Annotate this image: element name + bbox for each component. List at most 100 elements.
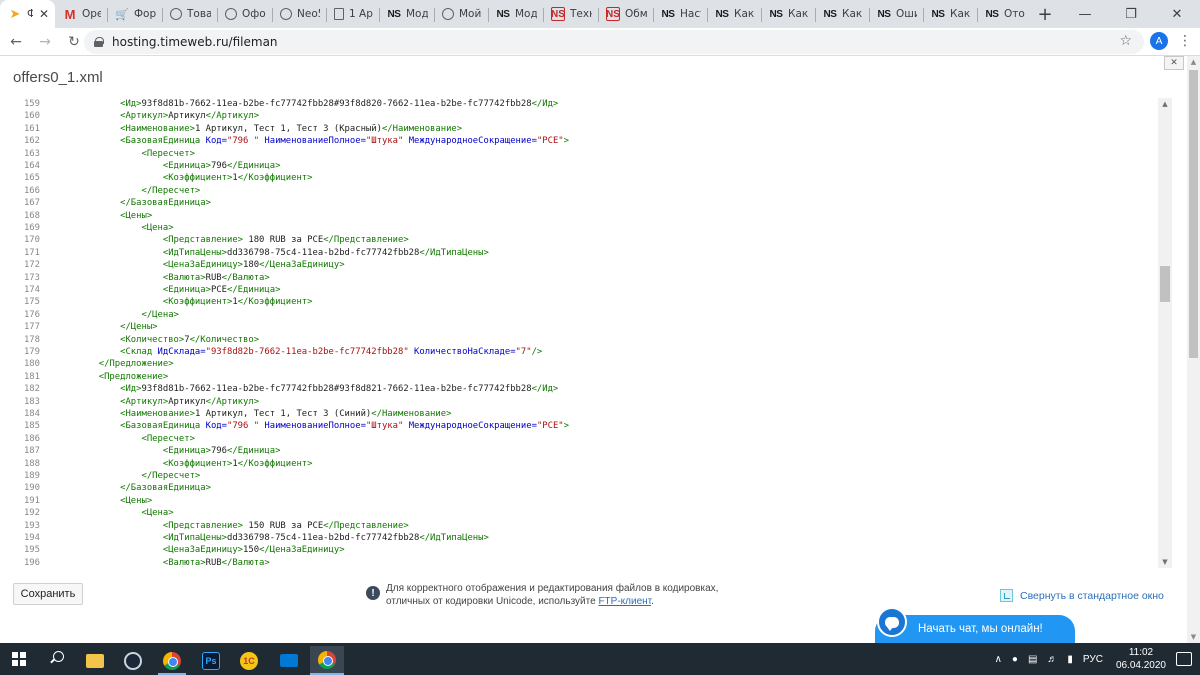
back-arrow-icon[interactable]: ←: [3, 29, 29, 55]
code-line[interactable]: 170 <Представление> 180 RUB за PCE</Пред…: [12, 234, 1158, 246]
code-line[interactable]: 176 </Цена>: [12, 309, 1158, 321]
minimize-link-text[interactable]: Свернуть в стандартное окно: [1020, 590, 1164, 602]
code-line[interactable]: 183 <Артикул>Артикул</Артикул>: [12, 396, 1158, 408]
browser-tab[interactable]: NS Моду: [488, 0, 543, 28]
browser-tab[interactable]: 1 Арт: [326, 0, 379, 28]
page-scrollbar[interactable]: ▲ ▼: [1187, 56, 1200, 643]
code-line[interactable]: 180 </Предложение>: [12, 358, 1158, 370]
code-line[interactable]: 185 <БазоваяЕдиница Код="796 " Наименова…: [12, 420, 1158, 432]
minimize-window-link[interactable]: Свернуть в стандартное окно: [1000, 589, 1164, 602]
url-text[interactable]: hosting.timeweb.ru/fileman: [112, 35, 278, 49]
code-line[interactable]: 168 <Цены>: [12, 210, 1158, 222]
taskbar-chrome[interactable]: [155, 646, 189, 675]
code-line[interactable]: 160 <Артикул>Артикул</Артикул>: [12, 110, 1158, 122]
code-line[interactable]: 189 </Пересчет>: [12, 470, 1158, 482]
browser-tab[interactable]: Това: [162, 0, 217, 28]
browser-tab[interactable]: NS Техни: [543, 0, 598, 28]
browser-tab[interactable]: NS Отоб: [977, 0, 1031, 28]
browser-tab[interactable]: ➤ Ф ✕: [0, 0, 55, 28]
code-line[interactable]: 166 </Пересчет>: [12, 185, 1158, 197]
browser-tab[interactable]: NS Насти: [653, 0, 707, 28]
browser-tab[interactable]: Neo5: [272, 0, 326, 28]
code-line[interactable]: 187 <Единица>796</Единица>: [12, 445, 1158, 457]
page-scroll-thumb[interactable]: [1189, 70, 1198, 358]
battery-icon[interactable]: ▮: [1067, 654, 1073, 665]
code-line[interactable]: 178 <Количество>7</Количество>: [12, 334, 1158, 346]
code-line[interactable]: 194 <ИдТипаЦены>dd336798-75c4-11ea-b2bd-…: [12, 532, 1158, 544]
code-line[interactable]: 159 <Ид>93f8d81b-7662-11ea-b2be-fc77742f…: [12, 98, 1158, 110]
page-scroll-down-icon[interactable]: ▼: [1187, 631, 1200, 643]
scroll-down-icon[interactable]: ▼: [1158, 556, 1172, 568]
forward-arrow-icon[interactable]: →: [32, 29, 58, 55]
taskbar-chrome-active[interactable]: [310, 646, 344, 675]
notifications-icon[interactable]: [1176, 652, 1192, 666]
taskbar-mail[interactable]: [272, 646, 306, 675]
code-line[interactable]: 184 <Наименование>1 Артикул, Тест 1, Тес…: [12, 408, 1158, 420]
code-line[interactable]: 163 <Пересчет>: [12, 148, 1158, 160]
code-line[interactable]: 175 <Коэффициент>1</Коэффициент>: [12, 296, 1158, 308]
close-editor-icon[interactable]: ✕: [1164, 56, 1184, 70]
language-indicator[interactable]: РУС: [1083, 654, 1103, 665]
code-line[interactable]: 195 <ЦенаЗаЕдиницу>150</ЦенаЗаЕдиницу>: [12, 544, 1158, 556]
browser-tab[interactable]: Мой: [434, 0, 488, 28]
chat-bubble-icon[interactable]: [877, 607, 907, 637]
code-editor[interactable]: 159 <Ид>93f8d81b-7662-11ea-b2be-fc77742f…: [12, 98, 1172, 568]
code-line[interactable]: 164 <Единица>796</Единица>: [12, 160, 1158, 172]
taskbar-steam[interactable]: [116, 646, 150, 675]
code-line[interactable]: 177 </Цены>: [12, 321, 1158, 333]
close-window-button[interactable]: ✕: [1154, 0, 1200, 28]
browser-tab[interactable]: NS Оши: [869, 0, 923, 28]
bookmark-star-icon[interactable]: ☆: [1119, 33, 1132, 49]
code-line[interactable]: 165 <Коэффициент>1</Коэффициент>: [12, 172, 1158, 184]
taskbar-file-explorer[interactable]: [78, 646, 112, 675]
clock[interactable]: 11:02 06.04.2020: [1116, 646, 1166, 672]
tray-overflow-icon[interactable]: ∧: [995, 654, 1002, 665]
code-line[interactable]: 179 <Склад ИдСклада="93f8d82b-7662-11ea-…: [12, 346, 1158, 358]
new-tab-button[interactable]: +: [1031, 0, 1059, 28]
maximize-window-button[interactable]: ❐: [1108, 0, 1154, 28]
address-bar[interactable]: hosting.timeweb.ru/fileman ☆: [84, 30, 1144, 54]
lock-icon[interactable]: [94, 37, 104, 47]
scroll-up-icon[interactable]: ▲: [1158, 98, 1172, 110]
browser-tab[interactable]: 🛒 Фору: [107, 0, 162, 28]
minimize-window-button[interactable]: —: [1062, 0, 1108, 28]
browser-menu-icon[interactable]: ⋮: [1178, 32, 1192, 50]
editor-scroll-thumb[interactable]: [1160, 266, 1170, 302]
editor-scrollbar[interactable]: ▲ ▼: [1158, 98, 1172, 568]
code-line[interactable]: 169 <Цена>: [12, 222, 1158, 234]
code-line[interactable]: 190 </БазоваяЕдиница>: [12, 482, 1158, 494]
browser-tab[interactable]: NS Обме: [598, 0, 653, 28]
code-line[interactable]: 171 <ИдТипаЦены>dd336798-75c4-11ea-b2bd-…: [12, 247, 1158, 259]
code-line[interactable]: 172 <ЦенаЗаЕдиницу>180</ЦенаЗаЕдиницу>: [12, 259, 1158, 271]
save-button[interactable]: Сохранить: [13, 583, 83, 605]
profile-avatar[interactable]: A: [1150, 32, 1168, 50]
taskbar-photoshop[interactable]: Ps: [194, 646, 228, 675]
code-line[interactable]: 196 <Валюта>RUB</Валюта>: [12, 557, 1158, 568]
search-icon[interactable]: [50, 651, 64, 665]
browser-tab[interactable]: Офор: [217, 0, 272, 28]
code-line[interactable]: 174 <Единица>PCE</Единица>: [12, 284, 1158, 296]
code-line[interactable]: 161 <Наименование>1 Артикул, Тест 1, Тес…: [12, 123, 1158, 135]
page-scroll-up-icon[interactable]: ▲: [1187, 56, 1200, 68]
taskbar-1c[interactable]: 1С: [232, 646, 266, 675]
browser-tab[interactable]: NS Как в: [815, 0, 869, 28]
code-line[interactable]: 192 <Цена>: [12, 507, 1158, 519]
code-line[interactable]: 193 <Представление> 150 RUB за PCE</Пред…: [12, 520, 1158, 532]
code-line[interactable]: 188 <Коэффициент>1</Коэффициент>: [12, 458, 1158, 470]
code-line[interactable]: 186 <Пересчет>: [12, 433, 1158, 445]
volume-icon[interactable]: ♬: [1047, 654, 1057, 665]
code-line[interactable]: 191 <Цены>: [12, 495, 1158, 507]
ftp-client-link[interactable]: FTP-клиент: [598, 596, 651, 607]
code-line[interactable]: 182 <Ид>93f8d81b-7662-11ea-b2be-fc77742f…: [12, 383, 1158, 395]
code-line[interactable]: 181 <Предложение>: [12, 371, 1158, 383]
browser-tab[interactable]: M Oper: [55, 0, 107, 28]
browser-tab[interactable]: NS Как в: [923, 0, 977, 28]
browser-tab[interactable]: NS Моду: [379, 0, 434, 28]
minimize-icon[interactable]: [1000, 589, 1013, 602]
browser-tab[interactable]: NS Как с: [761, 0, 815, 28]
windows-start-icon[interactable]: [12, 652, 26, 666]
browser-tab[interactable]: NS Как з: [707, 0, 761, 28]
code-line[interactable]: 162 <БазоваяЕдиница Код="796 " Наименова…: [12, 135, 1158, 147]
chat-label[interactable]: Начать чат, мы онлайн!: [918, 623, 1043, 635]
network-icon[interactable]: ▤: [1028, 654, 1037, 665]
